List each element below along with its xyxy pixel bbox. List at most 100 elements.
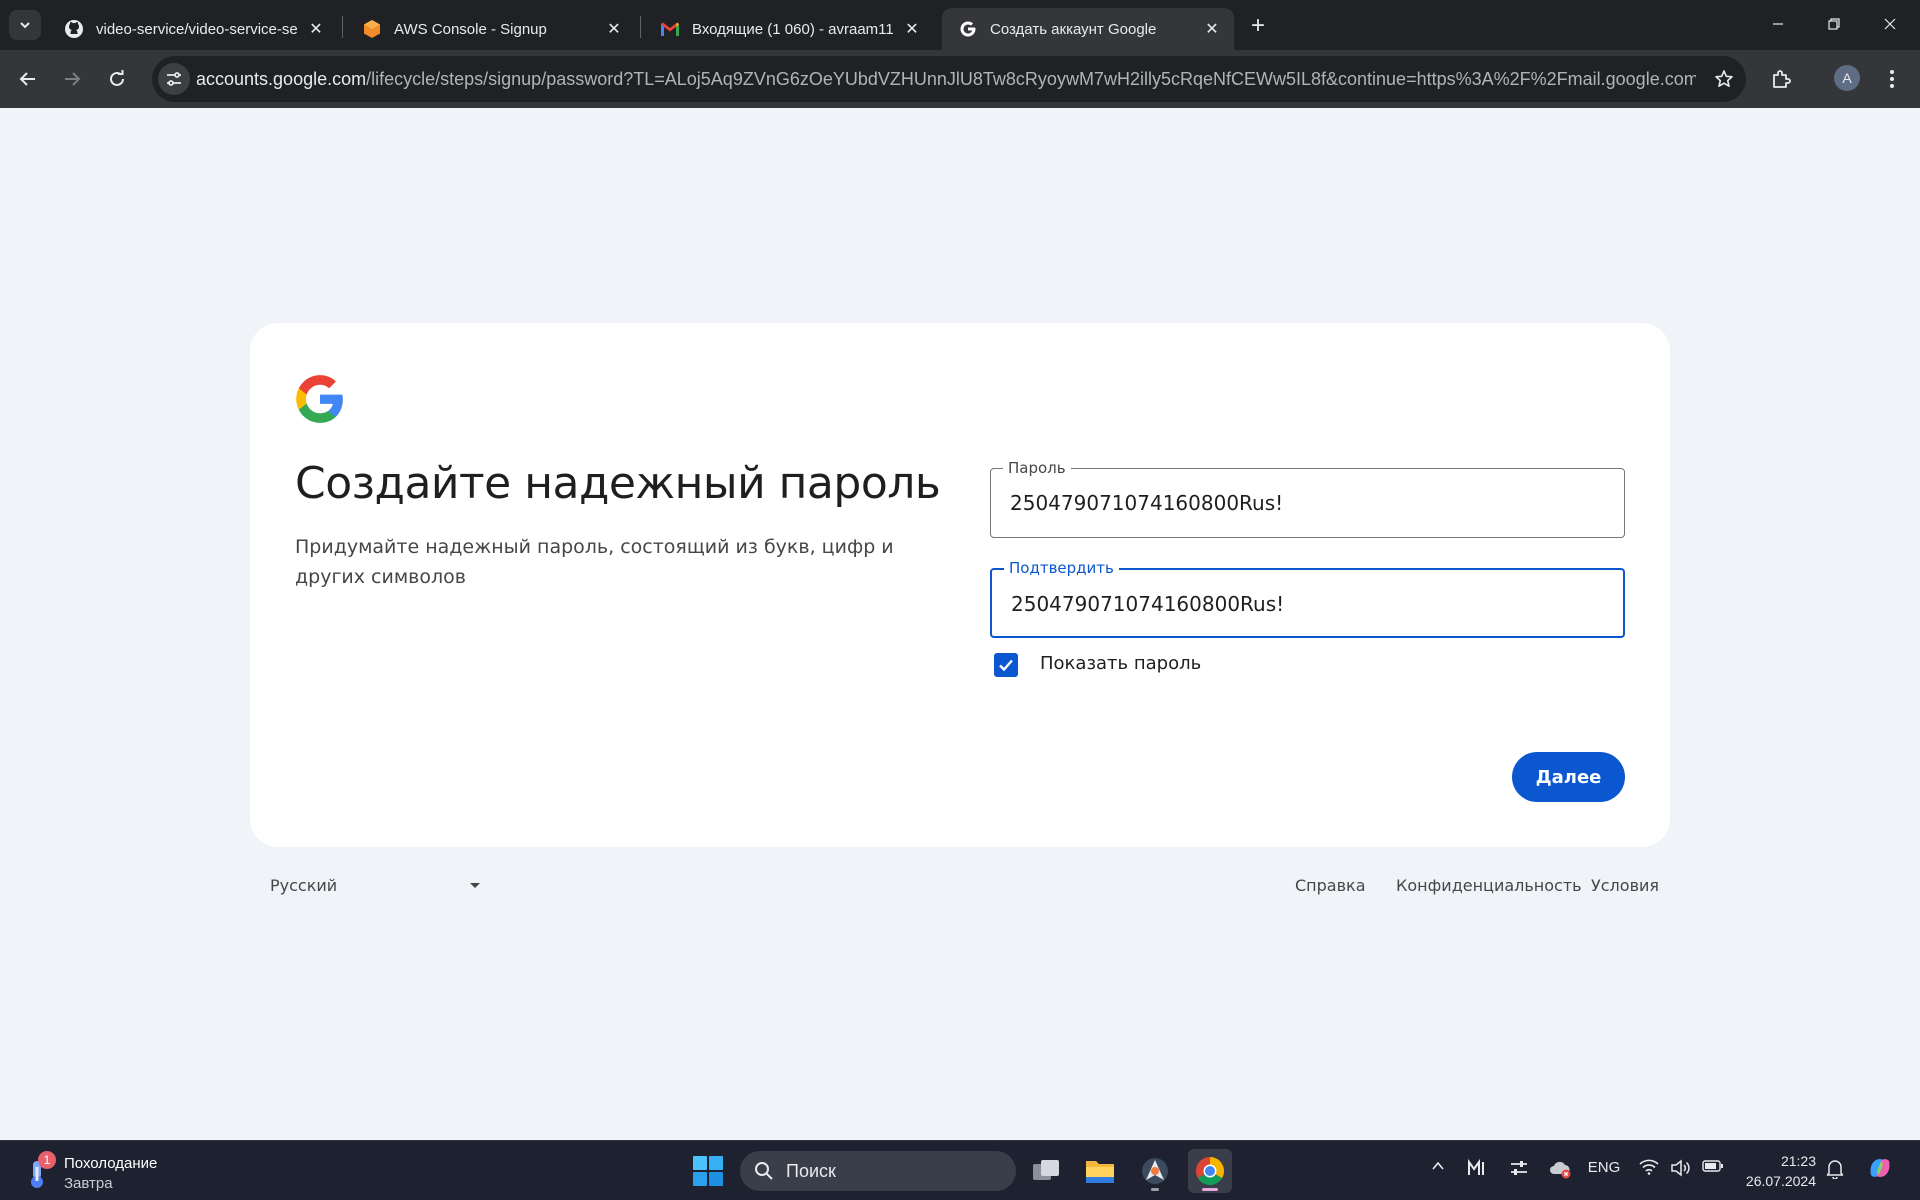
help-link[interactable]: Справка — [1295, 876, 1366, 895]
password-field[interactable]: Пароль 250479071074160800Rus! — [990, 459, 1625, 538]
tab-gmail[interactable]: Входящие (1 060) - avraam112 ✕ — [644, 8, 934, 50]
chevron-up-icon — [1432, 1161, 1444, 1170]
restore-button[interactable] — [1806, 0, 1862, 48]
chrome-icon — [1196, 1157, 1224, 1185]
reload-icon — [110, 70, 124, 86]
wifi-icon[interactable] — [1636, 1159, 1662, 1175]
clock-time: 21:23 — [1780, 1153, 1816, 1169]
folder-icon — [1086, 1161, 1114, 1183]
taskbar-search[interactable]: Поиск — [740, 1151, 1016, 1191]
terms-link[interactable]: Условия — [1591, 876, 1659, 895]
weather-widget[interactable]: 1 Похолодание Завтра — [24, 1151, 224, 1193]
search-placeholder: Поиск — [786, 1161, 836, 1181]
forward-button[interactable] — [54, 61, 90, 97]
weather-subtitle: Завтра — [64, 1175, 113, 1192]
tune-icon — [167, 72, 181, 86]
star-icon — [1715, 70, 1733, 87]
show-hidden-icons-button[interactable] — [1428, 1159, 1448, 1173]
page-description: Придумайте надежный пароль, состоящий из… — [295, 536, 894, 588]
google-icon — [958, 19, 978, 39]
arrow-left-icon — [19, 72, 35, 86]
chrome-taskbar-button[interactable] — [1188, 1149, 1232, 1193]
browser-tab-bar: video-service/video-service-ser ✕ AWS Co… — [0, 0, 1920, 50]
extensions-button[interactable] — [1764, 62, 1798, 96]
browser-menu-button[interactable] — [1880, 62, 1904, 96]
back-button[interactable] — [10, 61, 46, 97]
password-field-label: Пароль — [1003, 459, 1071, 477]
tab-title: Создать аккаунт Google — [990, 20, 1157, 38]
weather-title: Похолодание — [64, 1155, 158, 1172]
tray-settings-icon[interactable] — [1506, 1159, 1532, 1177]
task-view-icon — [1033, 1160, 1059, 1180]
task-view-button[interactable] — [1024, 1149, 1068, 1193]
app-launcher-button[interactable] — [1133, 1149, 1177, 1193]
language-select[interactable]: Русский — [270, 876, 480, 896]
url-path: /lifecycle/steps/signup/password?TL=ALoj… — [366, 69, 1696, 89]
tab-aws[interactable]: AWS Console - Signup ✕ — [346, 8, 636, 50]
show-password-label[interactable]: Показать пароль — [1040, 653, 1201, 674]
minimize-icon — [1773, 23, 1783, 25]
tray-app-icon[interactable] — [1464, 1159, 1490, 1177]
input-language[interactable]: ENG — [1584, 1159, 1624, 1176]
clock-date: 26.07.2024 — [1745, 1173, 1816, 1189]
close-window-button[interactable] — [1862, 0, 1918, 48]
minimize-button[interactable] — [1750, 0, 1806, 48]
checkmark-icon — [999, 659, 1013, 672]
url-text[interactable]: accounts.google.com/lifecycle/steps/sign… — [196, 69, 1696, 90]
confirm-password-field[interactable]: Подтвердить 250479071074160800Rus! — [990, 559, 1625, 638]
close-icon[interactable]: ✕ — [1202, 19, 1222, 39]
chevron-down-icon — [20, 22, 30, 29]
browser-toolbar: accounts.google.com/lifecycle/steps/sign… — [0, 50, 1920, 108]
bookmark-button[interactable] — [1712, 67, 1736, 91]
caret-down-icon — [470, 883, 480, 888]
url-host: accounts.google.com — [196, 69, 367, 89]
taskbar-clock[interactable]: 21:23 26.07.2024 — [1736, 1151, 1816, 1191]
search-icon — [755, 1162, 773, 1180]
media-icon — [1468, 1159, 1484, 1175]
language-select-value: Русский — [270, 876, 338, 895]
tab-google-signup[interactable]: Создать аккаунт Google ✕ — [942, 8, 1234, 50]
tab-divider — [640, 16, 641, 38]
volume-icon[interactable] — [1668, 1159, 1694, 1177]
aws-icon — [362, 19, 382, 39]
profile-avatar[interactable]: A — [1834, 65, 1860, 91]
running-indicator — [1202, 1188, 1218, 1191]
cloud-error-icon — [1550, 1161, 1571, 1179]
password-field-value[interactable]: 250479071074160800Rus! — [1010, 491, 1283, 515]
onedrive-status-icon[interactable] — [1546, 1159, 1574, 1179]
tab-search-button[interactable] — [9, 10, 41, 40]
close-icon[interactable]: ✕ — [306, 19, 326, 39]
confirm-field-value[interactable]: 250479071074160800Rus! — [1011, 592, 1284, 616]
tab-title: Входящие (1 060) - avraam112 — [692, 20, 894, 38]
page-title: Создайте надежный пароль — [295, 458, 941, 509]
google-logo-icon — [296, 375, 343, 423]
taskbar: 1 Похолодание Завтра Поиск ENG 21:23 26.… — [0, 1140, 1920, 1200]
address-bar[interactable]: accounts.google.com/lifecycle/steps/sign… — [152, 56, 1746, 102]
close-icon — [1884, 18, 1896, 30]
more-vertical-icon — [1890, 70, 1894, 88]
sliders-icon — [1511, 1161, 1527, 1175]
windows-start-icon[interactable] — [692, 1155, 724, 1187]
battery-icon[interactable] — [1700, 1159, 1726, 1173]
file-explorer-button[interactable] — [1078, 1149, 1122, 1193]
plus-icon: + — [1250, 12, 1265, 39]
site-info-button[interactable] — [158, 63, 190, 95]
copilot-icon[interactable] — [1864, 1153, 1896, 1183]
close-icon[interactable]: ✕ — [604, 19, 624, 39]
tab-github[interactable]: video-service/video-service-ser ✕ — [48, 8, 338, 50]
reload-button[interactable] — [99, 61, 135, 97]
tab-title: video-service/video-service-ser — [96, 20, 298, 38]
arrow-right-icon — [65, 72, 81, 86]
privacy-link[interactable]: Конфиденциальность — [1396, 876, 1582, 895]
new-tab-button[interactable]: + — [1244, 12, 1272, 40]
tab-divider — [342, 16, 343, 38]
next-button[interactable]: Далее — [1512, 752, 1625, 802]
github-icon — [64, 19, 84, 39]
confirm-field-label: Подтвердить — [1004, 559, 1119, 577]
gmail-icon — [660, 19, 680, 39]
show-password-checkbox[interactable] — [994, 653, 1018, 677]
notifications-icon[interactable] — [1824, 1159, 1846, 1179]
restore-icon — [1828, 18, 1840, 30]
close-icon[interactable]: ✕ — [902, 19, 922, 39]
signup-card: Создайте надежный пароль Придумайте наде… — [250, 323, 1670, 847]
